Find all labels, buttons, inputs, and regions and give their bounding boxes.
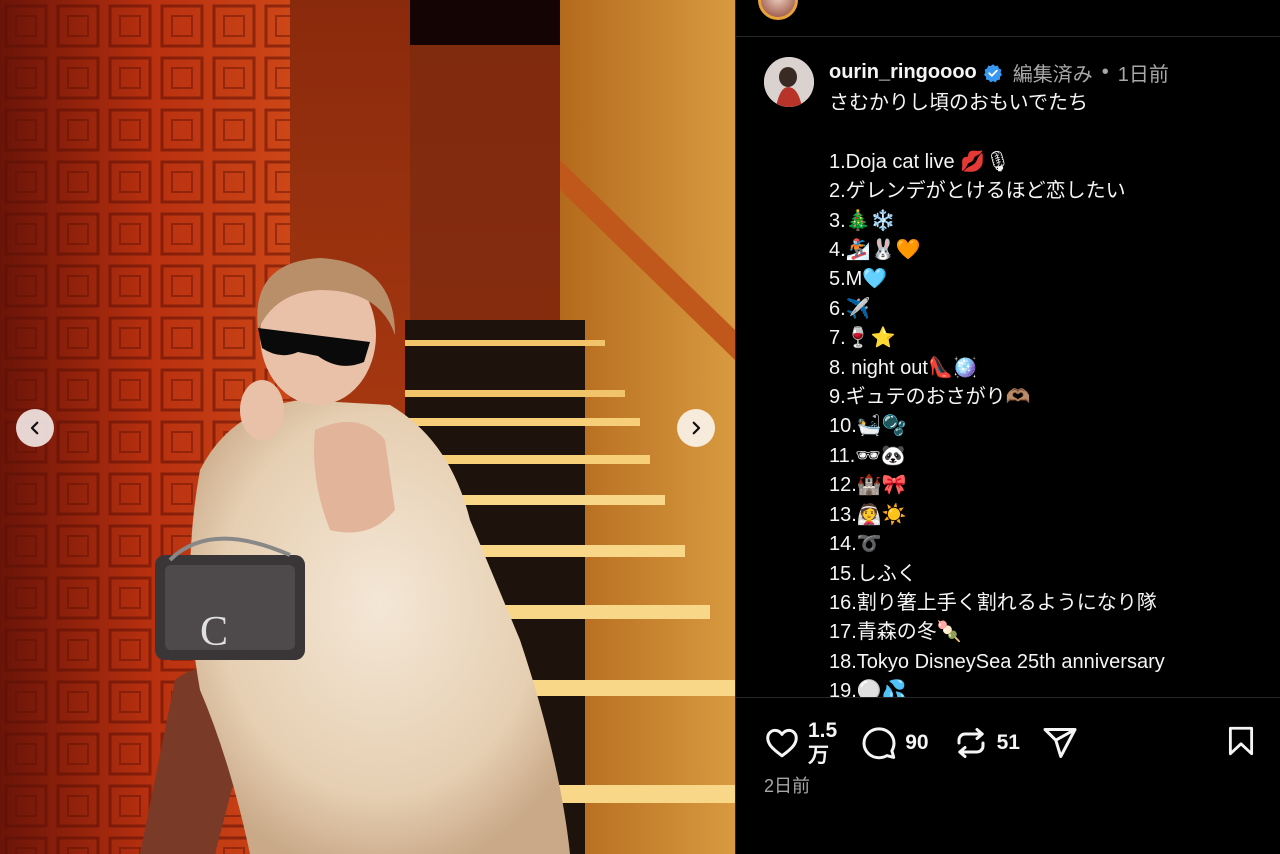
like-count-unit: 万 bbox=[808, 744, 829, 767]
action-bar: 1.5 万 90 51 bbox=[764, 718, 1078, 768]
share-button[interactable] bbox=[1042, 725, 1078, 761]
repost-button[interactable]: 51 bbox=[953, 725, 1020, 761]
comment-button[interactable]: 90 bbox=[861, 725, 929, 761]
edited-label: 編集済み bbox=[1012, 64, 1093, 86]
header-avatar[interactable] bbox=[758, 0, 798, 20]
like-count: 1.5 万 bbox=[808, 718, 837, 768]
username-link[interactable]: ourin_ringoooo bbox=[829, 61, 977, 84]
chevron-right-icon bbox=[692, 421, 701, 435]
repost-icon bbox=[957, 728, 985, 758]
repost-count: 51 bbox=[996, 731, 1020, 754]
caption-scroll-area[interactable]: ourin_ringoooo 編集済み • 1日前 さむかりし頃のおもいでたち … bbox=[736, 37, 1280, 697]
comment-icon bbox=[862, 727, 896, 760]
post-photo: C bbox=[0, 0, 735, 854]
svg-text:C: C bbox=[200, 609, 228, 655]
post-side-panel: ourin_ringoooo 編集済み • 1日前 さむかりし頃のおもいでたち … bbox=[735, 0, 1280, 854]
avatar[interactable] bbox=[764, 57, 814, 107]
separator-dot: • bbox=[1101, 61, 1109, 83]
save-button[interactable] bbox=[1224, 724, 1258, 758]
divider bbox=[736, 697, 1280, 698]
caption-header: ourin_ringoooo 編集済み • 1日前 bbox=[829, 58, 1169, 87]
avatar-image bbox=[764, 57, 814, 107]
comment-count: 90 bbox=[905, 731, 929, 754]
next-image-button[interactable] bbox=[677, 409, 715, 447]
share-icon bbox=[1043, 728, 1077, 758]
bookmark-icon bbox=[1228, 726, 1254, 756]
prev-image-button[interactable] bbox=[16, 409, 54, 447]
chevron-left-icon bbox=[30, 421, 39, 435]
post-date[interactable]: 2日前 bbox=[764, 772, 810, 798]
heart-icon bbox=[766, 728, 798, 758]
like-count-number: 1.5 bbox=[808, 719, 838, 742]
post-time[interactable]: 1日前 bbox=[1118, 58, 1169, 87]
post-image: C bbox=[0, 0, 735, 854]
caption-text: さむかりし頃のおもいでたち 1.Doja cat live 💋🎙 2.ゲレンデが… bbox=[829, 92, 1165, 697]
like-button[interactable]: 1.5 万 bbox=[764, 718, 837, 768]
verified-badge-icon bbox=[983, 63, 1002, 82]
